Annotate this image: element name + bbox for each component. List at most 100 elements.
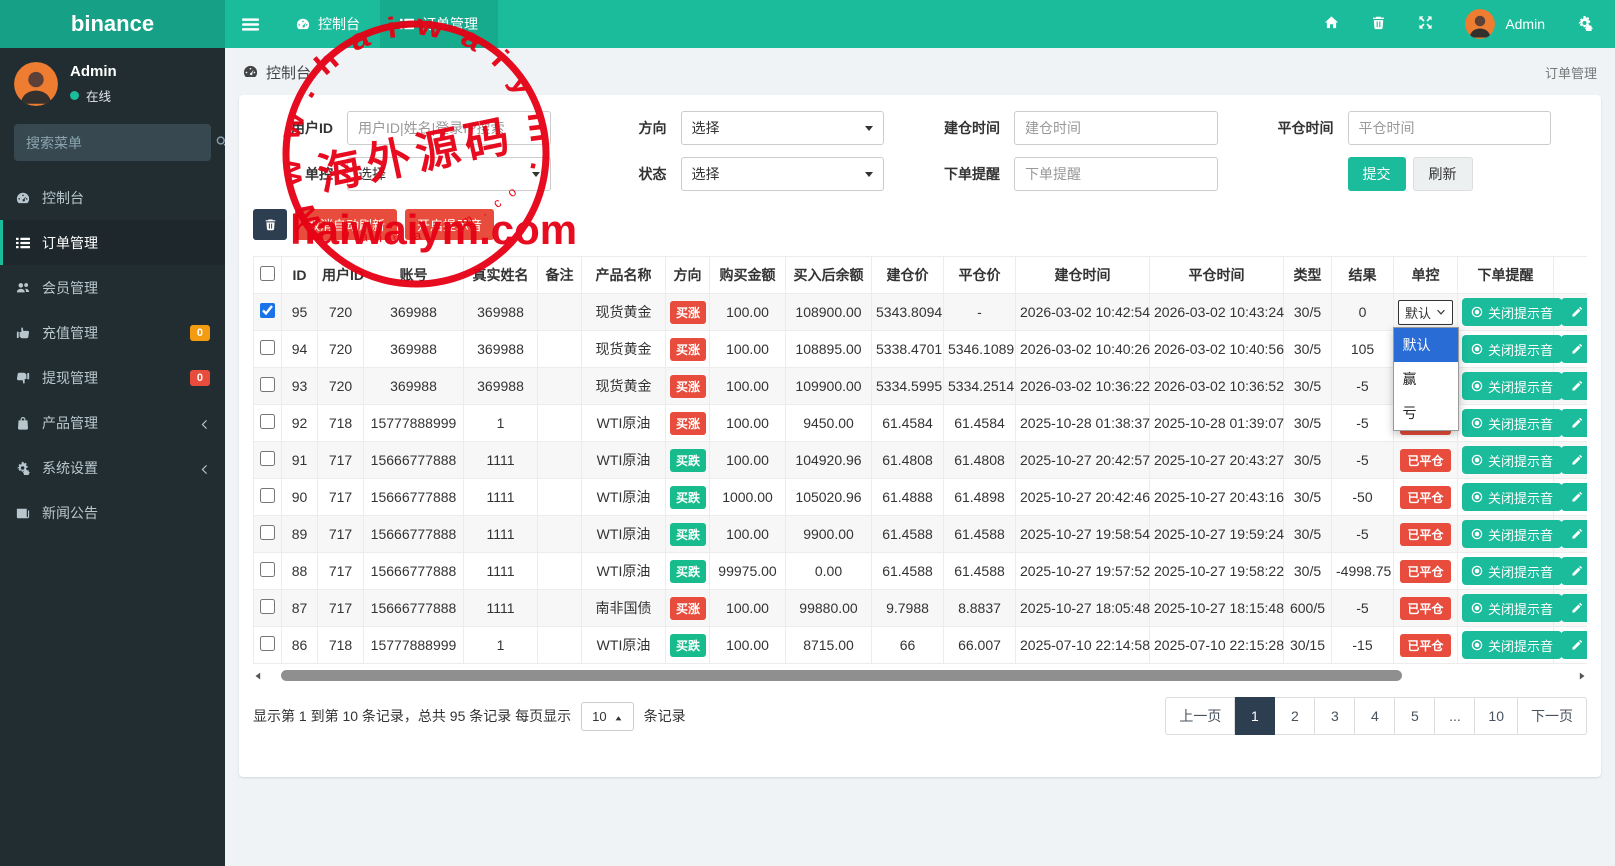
mute-alert-button[interactable]: 关闭提示音 [1462, 557, 1563, 585]
hscrollbar-thumb[interactable] [281, 670, 1403, 681]
filter-input[interactable] [1014, 157, 1218, 191]
cell-check [253, 552, 282, 590]
cell-balance: 105020.96 [785, 478, 872, 516]
cell-otime: 2025-07-10 22:14:58 [1015, 626, 1150, 664]
filter-input[interactable] [347, 111, 551, 145]
cell-result: 0 [1331, 293, 1394, 331]
sidebar-item-label: 系统设置 [42, 459, 98, 476]
page-...[interactable]: ... [1435, 697, 1476, 735]
row-checkbox[interactable] [260, 562, 275, 577]
sidebar-item-dashboard[interactable]: 控制台 [0, 175, 225, 220]
sidebar-item-settings[interactable]: 系统设置 [0, 445, 225, 490]
expand-button[interactable] [1418, 15, 1433, 33]
sidebar-search-input[interactable] [26, 134, 207, 151]
page-4[interactable]: 4 [1355, 697, 1396, 735]
row-checkbox[interactable] [260, 340, 275, 355]
row-checkbox[interactable] [260, 636, 275, 651]
mute-alert-button[interactable]: 关闭提示音 [1462, 520, 1563, 548]
mute-alert-button[interactable]: 关闭提示音 [1462, 372, 1563, 400]
page-2[interactable]: 2 [1275, 697, 1316, 735]
filter-field-1-1: 状态 选择 [587, 157, 921, 191]
page-5[interactable]: 5 [1395, 697, 1436, 735]
cell-name: 1 [463, 626, 538, 664]
scrollbar-track[interactable] [268, 670, 1572, 681]
mute-alert-button[interactable]: 关闭提示音 [1462, 631, 1563, 659]
page-10[interactable]: 10 [1475, 697, 1518, 735]
edit-button[interactable] [1561, 631, 1587, 659]
cancel-auto-refresh-button[interactable]: 取消自动刷新 [295, 209, 398, 240]
mute-alert-button[interactable]: 关闭提示音 [1462, 446, 1563, 474]
tab-label: 订单管理 [422, 16, 478, 32]
control-option[interactable]: 亏 [1394, 396, 1458, 430]
home-button[interactable] [1324, 15, 1339, 33]
sidebar-item-members[interactable]: 会员管理 [0, 265, 225, 310]
scroll-right-arrow[interactable] [1577, 671, 1587, 681]
page-下一页[interactable]: 下一页 [1518, 697, 1587, 735]
row-checkbox[interactable] [260, 377, 275, 392]
sidebar-item-recharge[interactable]: 充值管理 0 [0, 310, 225, 355]
header-note: 备注 [537, 256, 582, 294]
edit-button[interactable] [1561, 446, 1587, 474]
tab-dashboard[interactable]: 控制台 [276, 0, 380, 48]
edit-button[interactable] [1561, 335, 1587, 363]
cell-otime: 2026-03-02 10:42:54 [1015, 293, 1150, 331]
chevron-left-icon [201, 464, 207, 474]
cell-check [253, 441, 282, 479]
control-select[interactable]: 默认 [1398, 299, 1454, 325]
navbar-user[interactable]: Admin [1465, 9, 1545, 39]
row-checkbox[interactable] [260, 303, 275, 318]
caret-left-icon [255, 672, 261, 679]
row-checkbox[interactable] [260, 414, 275, 429]
trash-button[interactable] [1371, 15, 1386, 33]
edit-button[interactable] [1561, 483, 1587, 511]
control-option[interactable]: 默认 [1393, 328, 1458, 362]
filter-input[interactable] [1347, 111, 1551, 145]
filter-select[interactable]: 选择 [680, 111, 884, 145]
app-logo[interactable]: binance [0, 0, 225, 48]
cell-id: 87 [281, 589, 318, 627]
mute-alert-button[interactable]: 关闭提示音 [1462, 298, 1563, 326]
edit-button[interactable] [1561, 372, 1587, 400]
trash-icon [265, 219, 275, 231]
row-checkbox[interactable] [260, 451, 275, 466]
cell-amount: 100.00 [709, 404, 786, 442]
row-checkbox[interactable] [260, 488, 275, 503]
row-checkbox[interactable] [260, 599, 275, 614]
submit-button[interactable]: 提交 [1347, 157, 1406, 191]
mute-alert-button[interactable]: 关闭提示音 [1462, 409, 1563, 437]
page-1[interactable]: 1 [1235, 697, 1276, 735]
edit-button[interactable] [1561, 594, 1587, 622]
refresh-button[interactable]: 刷新 [1412, 157, 1473, 191]
cell-account: 369988 [363, 330, 464, 368]
page-size-select[interactable]: 10 [581, 701, 634, 731]
page-上一页[interactable]: 上一页 [1165, 697, 1236, 735]
dot-circle-icon [1471, 343, 1483, 355]
select-all-checkbox[interactable] [260, 266, 275, 281]
edit-button[interactable] [1561, 298, 1587, 326]
sidebar-item-label: 产品管理 [42, 414, 98, 431]
table-row: 91 717 15666777888 1111 WTI原油 买跌 100.00 104920.… [253, 441, 1587, 479]
edit-button[interactable] [1561, 409, 1587, 437]
row-checkbox[interactable] [260, 525, 275, 540]
mute-alert-button[interactable]: 关闭提示音 [1462, 335, 1563, 363]
mute-alert-button[interactable]: 关闭提示音 [1462, 483, 1563, 511]
filter-select[interactable]: 选择 [680, 157, 884, 191]
closed-badge: 已平仓 [1400, 522, 1451, 546]
sidebar-toggle-button[interactable] [225, 0, 276, 48]
edit-button[interactable] [1561, 557, 1587, 585]
control-option[interactable]: 赢 [1394, 362, 1458, 396]
scroll-left-arrow[interactable] [253, 671, 263, 681]
sound-toggle-button[interactable]: 开启提示音 [405, 209, 495, 240]
filter-select[interactable]: 选择 [347, 157, 551, 191]
tab-orders[interactable]: 订单管理 [380, 0, 498, 48]
sidebar-item-orders[interactable]: 订单管理 [0, 220, 225, 265]
page-3[interactable]: 3 [1315, 697, 1356, 735]
filter-input[interactable] [1014, 111, 1218, 145]
sidebar-item-news[interactable]: 新闻公告 [0, 490, 225, 535]
sidebar-item-products[interactable]: 产品管理 [0, 400, 225, 445]
sidebar-item-withdraw[interactable]: 提现管理 0 [0, 355, 225, 400]
bulk-delete-button[interactable] [253, 209, 287, 240]
settings-gears-button[interactable] [1577, 15, 1593, 34]
mute-alert-button[interactable]: 关闭提示音 [1462, 594, 1563, 622]
edit-button[interactable] [1561, 520, 1587, 548]
